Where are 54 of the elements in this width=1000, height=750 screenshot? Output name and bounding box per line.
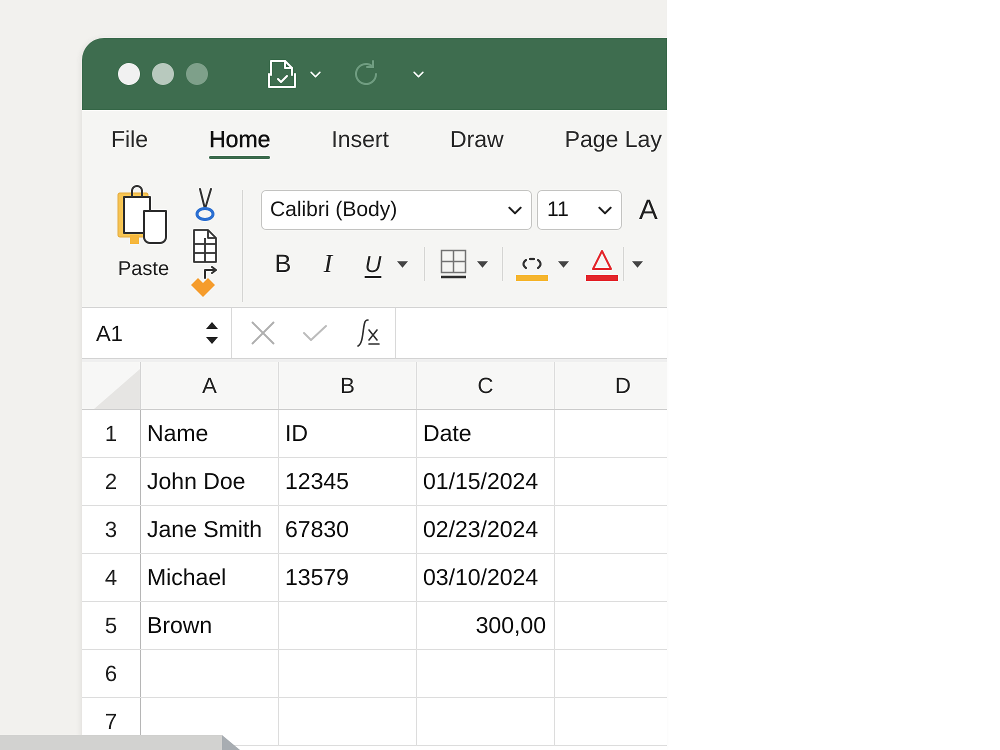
triangle-outline-icon bbox=[591, 249, 613, 271]
italic-button[interactable]: I bbox=[316, 247, 340, 281]
chevron-down-icon[interactable] bbox=[508, 206, 522, 214]
caret-down-icon[interactable] bbox=[558, 260, 569, 268]
document-check-icon[interactable] bbox=[266, 58, 298, 90]
caret-down-icon[interactable] bbox=[632, 260, 643, 268]
caret-down-icon[interactable] bbox=[477, 260, 488, 268]
row-number[interactable]: 4 bbox=[104, 564, 118, 590]
table-cell: John Doe bbox=[141, 458, 279, 505]
table-cell: 03/10/2024 bbox=[417, 554, 555, 601]
table-cell: 13579 bbox=[279, 554, 417, 601]
name-box-field[interactable]: A1 bbox=[82, 308, 232, 358]
table-cell: Name bbox=[141, 410, 279, 457]
table-cell: Brown bbox=[141, 602, 279, 649]
font-size-dropdown[interactable]: 11 bbox=[537, 190, 622, 230]
table-cell: 12345 bbox=[279, 458, 417, 505]
row-number[interactable]: 2 bbox=[104, 468, 118, 494]
window-control-icon[interactable] bbox=[118, 63, 140, 85]
table-cell: Date bbox=[417, 410, 555, 457]
row-number[interactable]: 3 bbox=[104, 516, 118, 542]
row-number[interactable]: 6 bbox=[104, 660, 118, 686]
table-cell: 02/23/2024 bbox=[417, 506, 555, 553]
row-number[interactable]: 7 bbox=[104, 708, 118, 734]
column-header[interactable]: C bbox=[417, 362, 555, 409]
font-color-button[interactable] bbox=[586, 247, 618, 281]
column-header[interactable]: D bbox=[555, 362, 667, 409]
ribbon-tab[interactable]: File bbox=[111, 126, 148, 159]
chevron-down-icon[interactable] bbox=[598, 206, 612, 214]
table-cell: 300,00 bbox=[417, 602, 555, 649]
table-cell: 01/15/2024 bbox=[417, 458, 555, 505]
caret-down-icon[interactable] bbox=[397, 260, 408, 268]
grow-font-button[interactable]: A bbox=[639, 194, 658, 226]
column-header[interactable]: B bbox=[279, 362, 417, 409]
row-number[interactable]: 5 bbox=[104, 612, 118, 638]
paste-button[interactable]: Paste bbox=[115, 185, 172, 281]
table-cell: Michael bbox=[141, 554, 279, 601]
ribbon-tab[interactable]: Insert bbox=[331, 126, 389, 159]
table-cell: ID bbox=[279, 410, 417, 457]
window-control-icon[interactable] bbox=[152, 63, 174, 85]
column-header[interactable]: A bbox=[141, 362, 279, 409]
font-name-dropdown[interactable]: Calibri (Body) bbox=[261, 190, 532, 230]
bold-button[interactable]: B bbox=[271, 247, 295, 281]
table-document-icon[interactable] bbox=[191, 228, 219, 264]
ribbon-tab[interactable]: Home bbox=[209, 126, 270, 159]
function-icon[interactable] bbox=[355, 318, 382, 348]
borders-icon[interactable] bbox=[440, 249, 467, 279]
underline-button[interactable]: U bbox=[361, 247, 385, 281]
table-cell: Jane Smith bbox=[141, 506, 279, 553]
table-cell: 67830 bbox=[279, 506, 417, 553]
up-down-arrows-icon[interactable] bbox=[205, 320, 219, 346]
ribbon-tab[interactable]: Draw bbox=[450, 126, 504, 159]
check-icon[interactable] bbox=[302, 324, 328, 342]
ribbon-tab[interactable]: Page Lay bbox=[564, 126, 662, 159]
row-number[interactable]: 1 bbox=[104, 420, 118, 446]
